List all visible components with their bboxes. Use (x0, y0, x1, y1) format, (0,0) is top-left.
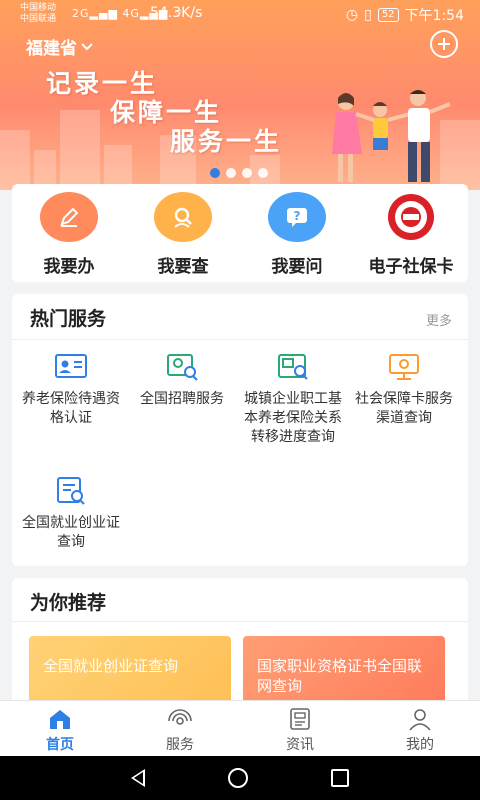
quick-action-label: 电子社保卡 (368, 257, 454, 277)
clock: 下午1:54 (404, 8, 464, 24)
service-item[interactable]: 养老保险待遇资格认证 (16, 352, 126, 428)
carousel-dot[interactable] (258, 168, 268, 178)
monitor-icon (389, 354, 419, 380)
service-item[interactable]: 全国招聘服务 (127, 352, 237, 409)
section-title: 热门服务 (30, 308, 107, 330)
back-icon[interactable] (131, 769, 146, 787)
user-icon (409, 709, 431, 731)
recent-apps-icon[interactable] (330, 769, 349, 787)
document-search-icon (57, 477, 85, 505)
carrier-1: 中国移动 (20, 3, 57, 13)
network-type-1: 2G (72, 7, 90, 20)
section-title: 为你推荐 (30, 592, 107, 614)
network-type-2: 4G (122, 7, 140, 20)
battery-icon: 52 (377, 8, 399, 22)
tab-label: 首页 (46, 737, 74, 753)
service-item[interactable]: 城镇企业职工基本养老保险关系转移进度查询 (238, 352, 348, 447)
carousel-dot[interactable] (226, 168, 236, 178)
status-right: ◷ ▯ 52 下午1:54 (346, 5, 464, 25)
tab-label: 资讯 (286, 737, 314, 753)
tab-service[interactable]: 服务 (120, 701, 240, 756)
recommend-label: 国家职业资格证书全国联网查询 (257, 657, 423, 695)
service-label: 全国招聘服务 (140, 391, 224, 407)
system-navigation-bar (0, 756, 480, 800)
building-shape (60, 110, 100, 190)
quick-action-query[interactable]: 我要查 (128, 192, 238, 282)
id-card-icon (55, 354, 87, 378)
more-link[interactable]: 更多 (426, 310, 452, 329)
recruit-search-icon (167, 354, 198, 381)
hot-services-header: 热门服务 更多 (12, 294, 468, 340)
status-bar: 中国移动 中国联通 2G▂▄▆ 4G▂▄▆ ⌔ 54.3K/s ◷ ▯ 52 下… (0, 0, 480, 28)
news-icon (290, 708, 310, 730)
quick-action-ask[interactable]: ? 我要问 (242, 192, 352, 282)
service-item[interactable]: 社会保障卡服务渠道查询 (349, 352, 459, 428)
home-icon (50, 710, 70, 729)
transfer-query-icon (278, 354, 308, 380)
social-security-card-icon (382, 192, 440, 242)
province-label: 福建省 (26, 39, 77, 59)
question-chat-icon: ? (268, 192, 326, 242)
bottom-tab-bar: 首页 服务 资讯 我的 (0, 700, 480, 756)
signal-icon (168, 709, 192, 725)
service-label: 全国就业创业证查询 (22, 515, 120, 550)
svg-text:?: ? (294, 209, 301, 223)
building-shape (0, 130, 30, 190)
tab-news[interactable]: 资讯 (240, 701, 360, 756)
service-label: 养老保险待遇资格认证 (22, 391, 120, 426)
recommend-label: 全国就业创业证查询 (43, 657, 179, 675)
slogan-line-3: 服务一生 (170, 127, 283, 156)
banner[interactable]: 记录一生 保障一生 服务一生 (0, 0, 480, 190)
service-label: 城镇企业职工基本养老保险关系转移进度查询 (244, 391, 342, 445)
quick-action-label: 我要查 (157, 257, 209, 277)
service-label: 社会保障卡服务渠道查询 (355, 391, 453, 426)
search-person-icon (154, 192, 212, 242)
quick-action-handle[interactable]: 我要办 (14, 192, 124, 282)
vibrate-icon: ▯ (364, 7, 372, 23)
tab-label: 服务 (166, 737, 194, 753)
services-grid: 养老保险待遇资格认证 全国招聘服务 城镇企业职工基本养老保险关系转移进度查询 社… (12, 340, 468, 566)
home-circle-icon[interactable] (227, 768, 248, 788)
pencil-icon (40, 192, 98, 242)
chevron-down-icon (81, 42, 93, 50)
add-button[interactable] (430, 30, 458, 58)
tab-mine[interactable]: 我的 (360, 701, 480, 756)
quick-actions-card: 我要办 我要查 ? 我要问 电子社保卡 (12, 184, 468, 282)
alarm-icon: ◷ (345, 7, 359, 23)
hot-services-card: 热门服务 更多 养老保险待遇资格认证 全国招聘服务 城镇企业职工基本养老保险关系… (12, 294, 468, 566)
quick-action-label: 我要问 (271, 257, 323, 277)
family-illustration (332, 90, 451, 182)
quick-action-label: 我要办 (43, 257, 95, 277)
tab-label: 我的 (406, 737, 434, 753)
carousel-indicator (210, 168, 268, 178)
carousel-dot[interactable] (242, 168, 252, 178)
carrier-info: 中国移动 中国联通 (20, 3, 56, 25)
recommend-header: 为你推荐 (12, 578, 468, 622)
carousel-dot[interactable] (210, 168, 220, 178)
quick-action-ecard[interactable]: 电子社保卡 (356, 192, 466, 282)
network-speed: 54.3K/s (150, 5, 203, 21)
tab-home[interactable]: 首页 (0, 701, 120, 756)
carrier-2: 中国联通 (20, 14, 57, 24)
province-selector[interactable]: 福建省 (26, 34, 93, 59)
recommend-card: 为你推荐 全国就业创业证查询 国家职业资格证书全国联网查询 (12, 578, 468, 718)
service-item[interactable]: 全国就业创业证查询 (16, 476, 126, 552)
